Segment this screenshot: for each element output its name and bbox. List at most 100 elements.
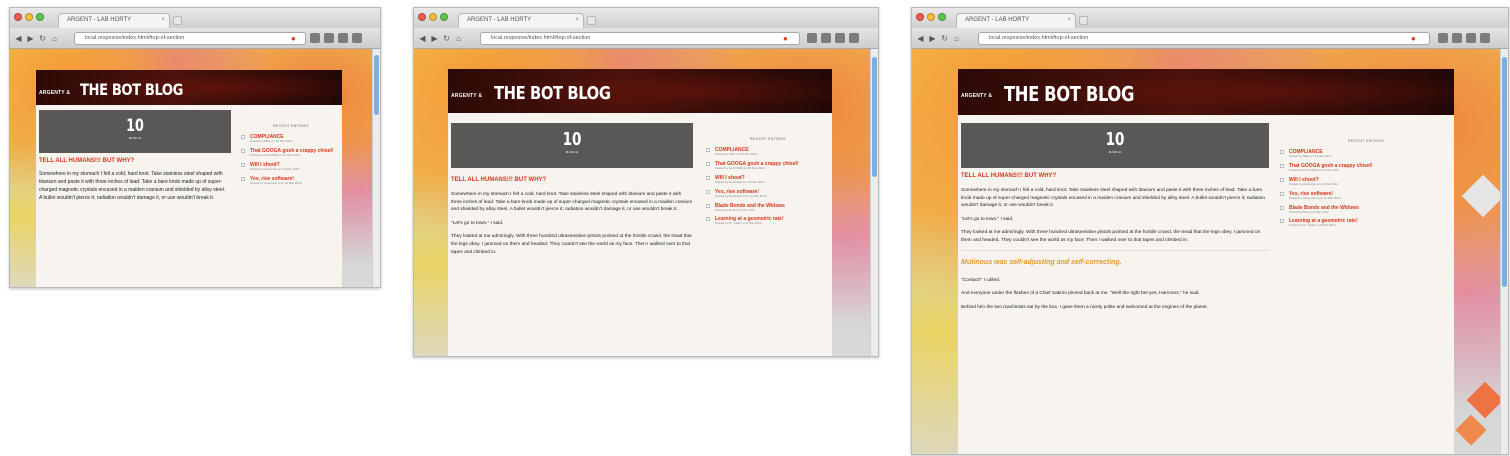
browser-window-large: ARGENT - LAB HORTY × ◀ ▶ ↻ ⌂ local.respo… [911, 7, 1509, 455]
toolbar-icons [310, 33, 362, 43]
home-icon[interactable]: ⌂ [454, 33, 463, 44]
extension-icon[interactable] [821, 33, 831, 43]
entry-meta: Posted by HUT-2000 on 10 Mar 2012 [715, 165, 765, 170]
browser-tab[interactable]: ARGENT - LAB HORTY × [458, 13, 584, 28]
checkbox-icon [1280, 163, 1284, 168]
entry-meta: Posted by Mike on 10 Mar 2012 [250, 139, 293, 143]
scroll-thumb[interactable] [374, 55, 379, 115]
vertical-scrollbar[interactable] [1500, 49, 1508, 454]
back-icon[interactable]: ◀ [916, 33, 925, 44]
extension-icon[interactable] [324, 33, 334, 43]
brand-prefix: ARGENTY & [39, 90, 71, 96]
sidebar-entry[interactable]: Yes, rise software! Posted by Hostrobot … [706, 189, 830, 199]
checkbox-icon [241, 176, 245, 181]
minimize-window-button[interactable] [429, 13, 437, 21]
article-paragraph: "Let's go to town," I said. [961, 216, 1014, 222]
close-window-button[interactable] [916, 13, 924, 21]
article-subheading: Mutinous was self-adjusting and self-cor… [961, 259, 1122, 266]
new-tab-button[interactable] [1079, 16, 1088, 25]
zoom-window-button[interactable] [440, 13, 448, 21]
tools-icon[interactable] [1438, 33, 1448, 43]
date-block: 10 MARCH [39, 110, 231, 153]
minimize-window-button[interactable] [927, 13, 935, 21]
sidebar-entry[interactable]: Yes, rise software! Posted by Hostrobot … [241, 176, 341, 186]
sidebar-entry[interactable]: Blade Bonds and the Widows Posted by Bud… [1280, 205, 1452, 215]
entry-meta: Posted by Hostrobot 9 on 10 Mar 2012 [250, 180, 302, 185]
minimize-window-button[interactable] [25, 13, 33, 21]
wrench-icon[interactable] [352, 33, 362, 43]
nav-buttons: ◀ ▶ ↻ ⌂ [418, 33, 463, 44]
back-icon[interactable]: ◀ [418, 33, 427, 44]
traffic-lights [418, 13, 448, 21]
blog-title[interactable]: THE BOT BLOG [1004, 82, 1134, 106]
forward-icon[interactable]: ▶ [928, 33, 937, 44]
sidebar-entry[interactable]: That GOOGA gosh a crappy chisel! Posted … [1280, 163, 1452, 173]
sidebar-entry[interactable]: COMPLIANCE Posted by Mike on 10 Mar 2012 [706, 147, 830, 157]
post-title[interactable]: TELL ALL HUMANS!!! BUT WHY? [451, 177, 546, 183]
blog-page: ARGENTY & THE BOT BLOG 10 MARCH TELL ALL… [958, 69, 1454, 454]
back-icon[interactable]: ◀ [14, 33, 23, 44]
blog-title[interactable]: THE BOT BLOG [494, 83, 611, 104]
reload-icon[interactable]: ↻ [940, 33, 949, 44]
extension-icon[interactable] [1452, 33, 1462, 43]
scroll-thumb[interactable] [872, 57, 877, 177]
new-tab-button[interactable] [587, 16, 596, 25]
browser-tab[interactable]: ARGENT - LAB HORTY × [956, 13, 1076, 28]
reload-icon[interactable]: ↻ [38, 33, 47, 44]
sidebar-entry[interactable]: WIll I shoot? Posted by Hostrobot on 10 … [706, 175, 830, 185]
home-icon[interactable]: ⌂ [50, 33, 59, 44]
page-viewport: ARGENTY & THE BOT BLOG 10 MARCH TELL ALL… [10, 49, 372, 287]
traffic-lights [14, 13, 44, 21]
entry-meta: Posted by Dr. Faller on 8 Mar 2012 [1289, 223, 1336, 228]
url-bar[interactable]: local.resposive/index.html#top-of-sectio… [74, 32, 306, 45]
zoom-window-button[interactable] [36, 13, 44, 21]
vertical-scrollbar[interactable] [870, 49, 878, 356]
url-bar[interactable]: local.resposive/index.html#top-of-sectio… [978, 32, 1430, 45]
vertical-scrollbar[interactable] [372, 49, 380, 287]
page-viewport: ARGENTY & THE BOT BLOG 10 MARCH TELL ALL… [912, 49, 1500, 454]
article-body: Somewhere in my stomach I felt a cold, h… [451, 191, 693, 262]
puzzle-icon[interactable] [338, 33, 348, 43]
close-window-button[interactable] [14, 13, 22, 21]
forward-icon[interactable]: ▶ [430, 33, 439, 44]
toolbar-icons [807, 33, 859, 43]
tab-close-icon[interactable]: × [161, 17, 165, 23]
home-icon[interactable]: ⌂ [952, 33, 961, 44]
sidebar-entry[interactable]: That GOOGA gosh a crappy chisel! Posted … [241, 148, 341, 158]
sidebar-entry[interactable]: WIll I shoot? Posted by Hostrobot on 10 … [1280, 177, 1452, 187]
sidebar-entry[interactable]: Learning at a geometric rate! Posted by … [1280, 218, 1452, 228]
wrench-icon[interactable] [1480, 33, 1490, 43]
new-tab-button[interactable] [173, 16, 182, 25]
post-title[interactable]: TELL ALL HUMANS!!! BUT WHY? [961, 173, 1056, 179]
forward-icon[interactable]: ▶ [26, 33, 35, 44]
browser-tab[interactable]: ARGENT - LAB HORTY × [58, 13, 170, 28]
tools-icon[interactable] [310, 33, 320, 43]
sidebar-entry[interactable]: COMPLIANCE Posted by Mike on 10 Mar 2012 [241, 134, 341, 144]
sidebar-entry[interactable]: WIll I shoot? Posted by Hostrobot on 10 … [241, 162, 341, 172]
blog-title[interactable]: THE BOT BLOG [80, 80, 183, 99]
sidebar-entry[interactable]: Learning at a geometric rate! Posted by … [706, 216, 830, 226]
recent-entries-sidebar: RECENT ENTRIES COMPLIANCE Posted by Mike… [706, 137, 830, 230]
sidebar-entry[interactable]: Yes, rise software! Posted by Hostrobot … [1280, 191, 1452, 201]
sidebar-entry[interactable]: COMPLIANCE Posted by Mike on 10 Mar 2012 [1280, 149, 1452, 159]
post-title[interactable]: TELL ALL HUMANS!!! BUT WHY? [39, 158, 134, 164]
tools-icon[interactable] [807, 33, 817, 43]
reload-icon[interactable]: ↻ [442, 33, 451, 44]
tab-close-icon[interactable]: × [1067, 17, 1071, 23]
title-bar: ARGENT - LAB HORTY × [414, 8, 878, 28]
bookmark-icon[interactable]: ● [783, 34, 788, 43]
puzzle-icon[interactable] [835, 33, 845, 43]
bookmark-icon[interactable]: ● [291, 34, 296, 43]
sidebar-entry[interactable]: That GOOGA gosh a crappy chisel! Posted … [706, 161, 830, 171]
close-window-button[interactable] [418, 13, 426, 21]
date-block: 10 MARCH [451, 123, 693, 168]
tab-close-icon[interactable]: × [575, 17, 579, 23]
checkbox-icon [1280, 150, 1284, 154]
zoom-window-button[interactable] [938, 13, 946, 21]
puzzle-icon[interactable] [1466, 33, 1476, 43]
url-bar[interactable]: local.resposive/index.html#top-of-sectio… [480, 32, 800, 45]
wrench-icon[interactable] [849, 33, 859, 43]
sidebar-entry[interactable]: Blade Bonds and the Widows Posted by Bud… [706, 203, 830, 213]
scroll-thumb[interactable] [1502, 57, 1507, 287]
bookmark-icon[interactable]: ● [1411, 34, 1416, 43]
